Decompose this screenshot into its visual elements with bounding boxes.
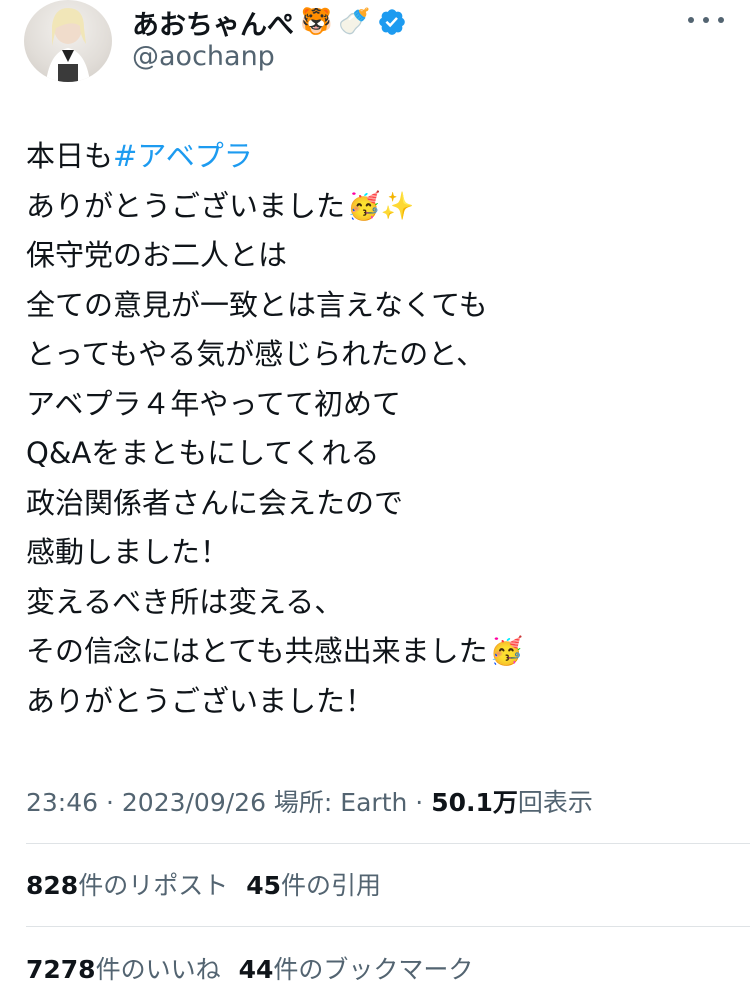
views-count: 50.1万 xyxy=(431,788,518,817)
verified-badge-icon xyxy=(378,9,405,35)
repost-quote-stats: 828件のリポスト 45件の引用 xyxy=(26,866,381,902)
likes-stat[interactable]: 7278件のいいね xyxy=(26,950,221,986)
tweet-line: とってもやる気が感じられたのと、 xyxy=(26,337,486,371)
bookmarks-stat[interactable]: 44件のブックマーク xyxy=(239,950,474,986)
views-label: 回表示 xyxy=(517,788,593,817)
tweet-line: その信念にはとても共感出来ました 🥳 xyxy=(26,627,726,677)
tweet-time[interactable]: 23:46 xyxy=(26,788,98,817)
tiger-emoji-icon: 🐯 xyxy=(300,7,333,37)
tweet-location: 場所: Earth xyxy=(265,788,408,817)
tweet-line: 感動しました！ xyxy=(26,535,230,569)
more-options-icon[interactable] xyxy=(688,10,724,30)
tweet-text: 本日も #アベプラ ありがとうございました 🥳✨ 保守党のお二人とは 全ての意見… xyxy=(26,132,726,726)
baby-bottle-emoji-icon: 🍼 xyxy=(338,7,371,37)
tweet-line: 保守党のお二人とは xyxy=(26,238,288,272)
display-name-row[interactable]: あおちゃんぺ 🐯 🍼 xyxy=(132,2,407,42)
tweet-line: 本日も #アベプラ xyxy=(26,132,726,182)
tweet-meta: 23:46 · 2023/09/26 場所: Earth · 50.1万 回表示 xyxy=(26,783,593,819)
quotes-stat[interactable]: 45件の引用 xyxy=(246,866,381,902)
tweet-line: ありがとうございました！ xyxy=(26,683,375,718)
tweet-header: あおちゃんぺ 🐯 🍼 @aochanp xyxy=(0,0,750,100)
meta-separator: · xyxy=(98,788,122,817)
party-face-emoji-icon: 🥳 xyxy=(489,636,524,667)
like-bookmark-stats: 7278件のいいね 44件のブックマーク xyxy=(26,950,473,986)
meta-separator: · xyxy=(407,788,432,817)
tweet-date[interactable]: 2023/09/26 xyxy=(122,788,266,817)
tweet-line: 政治関係者さんに会えたので xyxy=(26,485,404,520)
user-handle[interactable]: @aochanp xyxy=(132,41,275,72)
display-name[interactable]: あおちゃんぺ xyxy=(132,3,294,42)
avatar[interactable] xyxy=(24,0,112,82)
divider xyxy=(26,926,750,927)
divider xyxy=(26,843,750,844)
reposts-stat[interactable]: 828件のリポスト xyxy=(26,866,228,902)
tweet-line: 全ての意見が一致とは言えなくても xyxy=(26,287,488,322)
tweet-line: 変えるべき所は変える、 xyxy=(26,584,344,619)
avatar-photo xyxy=(46,8,90,82)
party-face-sparkles-emoji-icon: 🥳✨ xyxy=(347,190,415,222)
tweet-line: アベプラ４年やってて初めて xyxy=(26,386,401,421)
hashtag-link[interactable]: #アベプラ xyxy=(113,132,253,182)
tweet-line: ありがとうございました 🥳✨ xyxy=(26,182,726,232)
tweet-line: Q&Aをまともにしてくれる xyxy=(26,436,380,470)
